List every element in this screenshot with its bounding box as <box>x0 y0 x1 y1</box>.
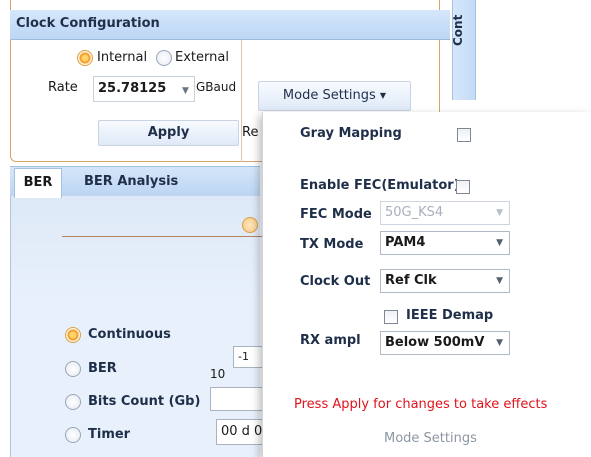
rate-label: Rate <box>48 80 78 95</box>
tab-ber-analysis[interactable]: BER Analysis <box>84 174 178 189</box>
bits-count-label: Bits Count (Gb) <box>88 394 201 409</box>
tx-mode-value: PAM4 <box>385 235 426 250</box>
gray-mapping-checkbox[interactable] <box>457 128 471 142</box>
right-panel-label: Cont <box>451 14 465 46</box>
mode-settings-footer: Mode Settings <box>384 431 477 446</box>
ber-base: 10 <box>210 367 226 381</box>
ber-separator <box>62 236 262 237</box>
ber-exponent-input[interactable]: -1 <box>233 346 263 368</box>
clock-out-chevron-down-icon: ▼ <box>496 276 503 286</box>
ieee-demap-checkbox[interactable] <box>384 310 398 324</box>
bits-count-radio[interactable] <box>65 394 81 410</box>
enable-fec-checkbox[interactable] <box>456 180 470 194</box>
partial-radio[interactable] <box>242 217 258 233</box>
apply-warning: Press Apply for changes to take effects <box>294 397 548 412</box>
rate-value: 25.78125 <box>98 81 167 96</box>
tx-mode-label: TX Mode <box>300 237 364 252</box>
gray-mapping-label: Gray Mapping <box>300 126 402 141</box>
apply-button[interactable]: Apply <box>98 120 239 146</box>
ber-mode-label: BER <box>88 361 117 376</box>
fec-mode-dropdown[interactable]: 50G_KS4 ▼ <box>380 201 510 225</box>
external-label: External <box>175 50 229 65</box>
timer-input[interactable]: 00 d 0 <box>216 419 263 445</box>
continuous-radio[interactable] <box>65 327 81 343</box>
clock-out-value: Ref Clk <box>385 273 437 288</box>
bits-count-input[interactable] <box>210 387 263 411</box>
mode-settings-chevron-down-icon: ▼ <box>379 91 387 100</box>
rx-ampl-label: RX ampl <box>300 333 361 348</box>
truncated-label: Re <box>242 125 259 140</box>
internal-label: Internal <box>97 50 148 65</box>
tab-ber[interactable]: BER <box>14 168 62 198</box>
mode-settings-button[interactable]: Mode Settings ▼ <box>258 81 411 111</box>
rx-ampl-dropdown[interactable]: Below 500mV ▼ <box>380 331 510 355</box>
external-radio[interactable] <box>156 50 172 66</box>
fec-mode-label: FEC Mode <box>300 207 372 222</box>
ieee-demap-label: IEEE Demap <box>406 308 494 323</box>
rate-dropdown-chevron-down-icon[interactable]: ▼ <box>182 86 189 96</box>
internal-radio[interactable] <box>77 50 93 66</box>
rate-unit: GBaud <box>196 80 237 94</box>
ber-radio[interactable] <box>65 361 81 377</box>
ber-exponent-value: -1 <box>238 350 249 363</box>
timer-value: 00 d 0 <box>221 424 263 439</box>
fec-mode-value: 50G_KS4 <box>385 205 444 220</box>
tx-mode-chevron-down-icon: ▼ <box>496 238 503 248</box>
timer-radio[interactable] <box>65 427 81 443</box>
rate-input[interactable]: 25.78125 <box>93 76 195 102</box>
clock-out-dropdown[interactable]: Ref Clk ▼ <box>380 269 510 293</box>
clock-panel-divider <box>241 40 242 162</box>
tx-mode-dropdown[interactable]: PAM4 ▼ <box>380 231 510 255</box>
clock-config-title: Clock Configuration <box>10 10 450 40</box>
fec-mode-chevron-down-icon: ▼ <box>496 208 503 218</box>
rx-ampl-chevron-down-icon: ▼ <box>496 338 503 348</box>
rx-ampl-value: Below 500mV <box>385 335 485 350</box>
continuous-label: Continuous <box>88 327 171 342</box>
clock-out-label: Clock Out <box>300 274 371 289</box>
timer-label: Timer <box>88 427 131 442</box>
enable-fec-label: Enable FEC(Emulator) <box>300 178 460 193</box>
mode-settings-button-label: Mode Settings <box>282 88 376 103</box>
